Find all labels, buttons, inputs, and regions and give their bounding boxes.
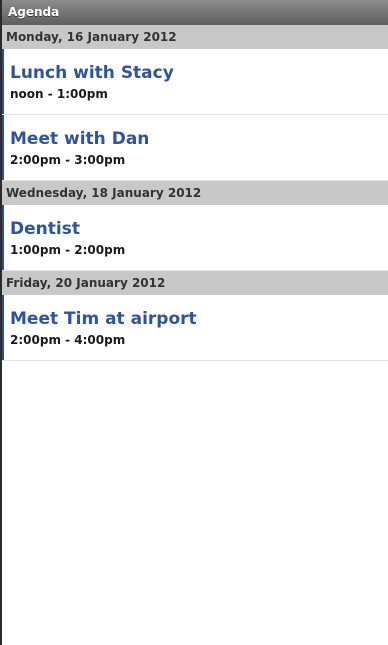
- event-color-bar: [2, 115, 4, 180]
- event-time: 2:00pm - 3:00pm: [10, 153, 126, 167]
- event-title: Meet Tim at airport: [10, 309, 197, 329]
- app-title: Agenda: [8, 5, 60, 19]
- day-header-label: Wednesday, 18 January 2012: [6, 186, 202, 200]
- event-title: Meet with Dan: [10, 129, 150, 149]
- event-time: 1:00pm - 2:00pm: [10, 243, 126, 257]
- event-title: Lunch with Stacy: [10, 63, 174, 83]
- day-header-friday: Friday, 20 January 2012: [2, 271, 388, 295]
- event-item[interactable]: Dentist 1:00pm - 2:00pm: [2, 205, 388, 271]
- day-header-label: Friday, 20 January 2012: [6, 276, 166, 290]
- event-item[interactable]: Lunch with Stacy noon - 1:00pm: [2, 49, 388, 115]
- event-time: 2:00pm - 4:00pm: [10, 333, 126, 347]
- day-header-wednesday: Wednesday, 18 January 2012: [2, 181, 388, 205]
- event-item[interactable]: Meet Tim at airport 2:00pm - 4:00pm: [2, 295, 388, 361]
- event-time: noon - 1:00pm: [10, 87, 108, 101]
- event-color-bar: [2, 295, 4, 360]
- event-color-bar: [2, 49, 4, 114]
- day-header-label: Monday, 16 January 2012: [6, 30, 177, 44]
- event-color-bar: [2, 205, 4, 270]
- agenda-empty-area: [2, 361, 388, 623]
- app-title-bar: Agenda: [2, 0, 388, 25]
- agenda-app: Agenda Monday, 16 January 2012 Lunch wit…: [0, 0, 388, 645]
- event-title: Dentist: [10, 219, 80, 239]
- event-item[interactable]: Meet with Dan 2:00pm - 3:00pm: [2, 115, 388, 181]
- day-header-monday: Monday, 16 January 2012: [2, 25, 388, 49]
